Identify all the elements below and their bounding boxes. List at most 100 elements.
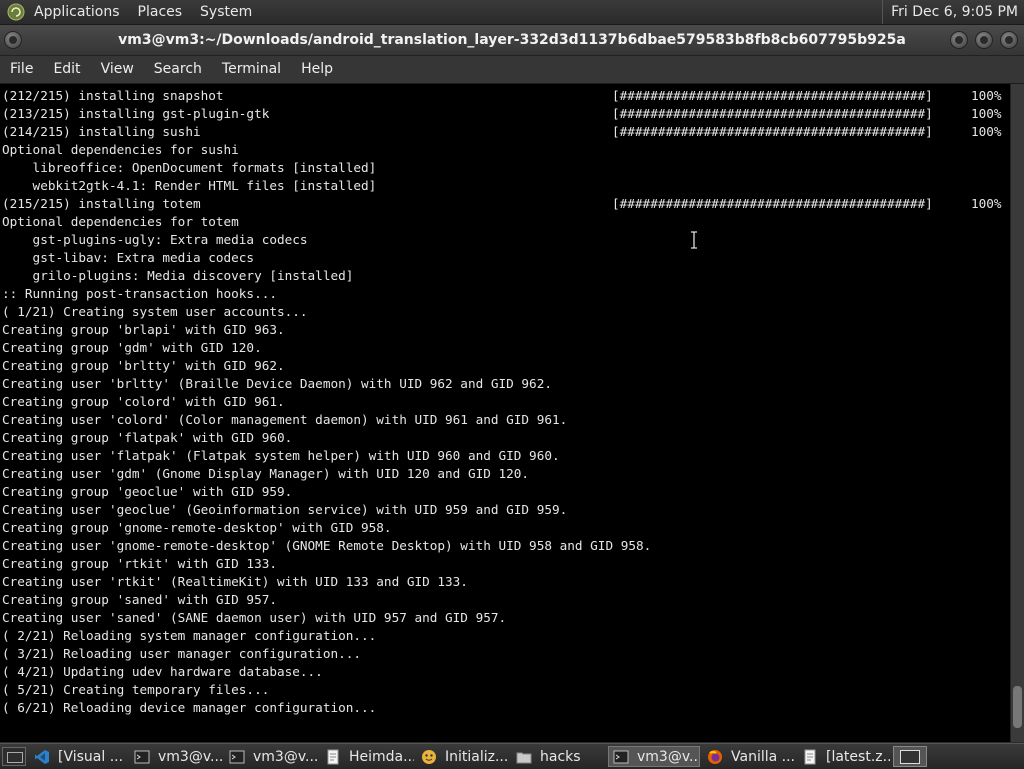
taskbar-item-label: [latest.z... (826, 748, 890, 765)
terminal-icon (613, 749, 629, 765)
terminal-line-text: Creating user 'brltty' (Braille Device D… (2, 376, 552, 391)
menu-help[interactable]: Help (291, 56, 343, 83)
terminal-line-text: ( 5/21) Creating temporary files... (2, 682, 270, 697)
terminal-line-text: ( 2/21) Reloading system manager configu… (2, 628, 377, 643)
progress-percent: 100% (971, 124, 1002, 139)
terminal-line-text: ( 6/21) Reloading device manager configu… (2, 700, 377, 715)
progress-bar-text: [#######################################… (612, 88, 933, 103)
terminal-line-text: ( 1/21) Creating system user accounts... (2, 304, 308, 319)
taskbar-item-label: vm3@v... (637, 748, 700, 765)
terminal-line: ( 6/21) Reloading device manager configu… (2, 699, 1010, 717)
terminal-line: (215/215) installing totem [#############… (2, 195, 1010, 213)
distro-logo-icon[interactable] (6, 2, 26, 22)
folder-icon (516, 749, 532, 765)
terminal-line: Optional dependencies for totem (2, 213, 1010, 231)
terminal-line-text: Creating group 'colord' with GID 961. (2, 394, 285, 409)
terminal-line: grilo-plugins: Media discovery [installe… (2, 267, 1010, 285)
taskbar-item[interactable]: Heimda... (321, 746, 414, 767)
menu-terminal[interactable]: Terminal (212, 56, 291, 83)
terminal-line-text: libreoffice: OpenDocument formats [insta… (2, 160, 377, 175)
terminal-line-text: Creating user 'rtkit' (RealtimeKit) with… (2, 574, 468, 589)
scrollbar-thumb[interactable] (1013, 686, 1022, 728)
workspace-switcher[interactable] (893, 746, 927, 767)
taskbar-item[interactable]: vm3@v... (130, 746, 222, 767)
terminal-line: (213/215) installing gst-plugin-gtk [####… (2, 105, 1010, 123)
taskbar-item-label: Vanilla ... (731, 748, 795, 765)
taskbar-item-label: vm3@v... (158, 748, 222, 765)
terminal-line: (214/215) installing sushi [#############… (2, 123, 1010, 141)
terminal-lines: (212/215) installing snapshot [##########… (0, 84, 1010, 717)
terminal-line: Creating user 'rtkit' (RealtimeKit) with… (2, 573, 1010, 591)
terminal-line-text: (212/215) installing snapshot (2, 88, 224, 103)
bottom-taskbar: [Visual ... vm3@v... vm3@v... Heimda... Init… (0, 743, 1024, 769)
minimize-button[interactable] (950, 31, 968, 49)
menu-edit[interactable]: Edit (43, 56, 90, 83)
taskbar-item[interactable]: vm3@v... (225, 746, 318, 767)
terminal-line-text: Creating group 'rtkit' with GID 133. (2, 556, 277, 571)
terminal-line: ( 1/21) Creating system user accounts... (2, 303, 1010, 321)
terminal-line: gst-libav: Extra media codecs (2, 249, 1010, 267)
terminal-scrollbar[interactable] (1010, 84, 1024, 742)
terminal-icon (134, 749, 150, 765)
taskbar-item[interactable]: hacks (512, 746, 605, 767)
terminal-line-text: ( 4/21) Updating udev hardware database.… (2, 664, 323, 679)
terminal-line: Creating group 'gdm' with GID 120. (2, 339, 1010, 357)
terminal-line-text: (214/215) installing sushi (2, 124, 201, 139)
taskbar-item[interactable]: Initializ... (417, 746, 509, 767)
progress-percent: 100% (971, 106, 1002, 121)
terminal-line-text: Creating user 'flatpak' (Flatpak system … (2, 448, 560, 463)
terminal-line: ( 4/21) Updating udev hardware database.… (2, 663, 1010, 681)
terminal-output[interactable]: (212/215) installing snapshot [##########… (0, 84, 1010, 742)
terminal-line-text: Creating group 'gnome-remote-desktop' wi… (2, 520, 392, 535)
terminal-line: ( 5/21) Creating temporary files... (2, 681, 1010, 699)
taskbar-item[interactable]: [Visual ... (30, 746, 126, 767)
terminal-line-text: Creating user 'saned' (SANE daemon user)… (2, 610, 507, 625)
terminal-line-text: Creating group 'brltty' with GID 962. (2, 358, 285, 373)
terminal-line: gst-plugins-ugly: Extra media codecs (2, 231, 1010, 249)
maximize-button[interactable] (975, 31, 993, 49)
progress-bar-text: [#######################################… (612, 196, 933, 211)
terminal-line-text: Creating group 'brlapi' with GID 963. (2, 322, 285, 337)
window-title: vm3@vm3:~/Downloads/android_translation_… (118, 32, 906, 48)
system-menu[interactable]: System (200, 4, 252, 20)
terminal-line: Creating group 'colord' with GID 961. (2, 393, 1010, 411)
places-menu[interactable]: Places (138, 4, 183, 20)
terminal-line: ( 2/21) Reloading system manager configu… (2, 627, 1010, 645)
show-desktop-button[interactable] (2, 747, 26, 766)
progress-bar-text: [#######################################… (612, 106, 933, 121)
menu-search[interactable]: Search (144, 56, 212, 83)
panel-menus: Applications Places System (6, 0, 270, 24)
terminal-line-text: Creating group 'saned' with GID 957. (2, 592, 277, 607)
taskbar-item-label: Heimda... (349, 748, 414, 765)
terminal-line: Creating user 'colord' (Color management… (2, 411, 1010, 429)
terminal-line-text: Creating user 'gnome-remote-desktop' (GN… (2, 538, 652, 553)
terminal-line: Creating group 'geoclue' with GID 959. (2, 483, 1010, 501)
taskbar-item[interactable]: vm3@v... (608, 746, 700, 767)
taskbar-item-label: hacks (540, 748, 581, 765)
taskbar-item-label: [Visual ... (58, 748, 124, 765)
terminal-line-text: webkit2gtk-4.1: Render HTML files [insta… (2, 178, 377, 193)
terminal-line-text: Creating user 'colord' (Color management… (2, 412, 568, 427)
menu-view[interactable]: View (91, 56, 144, 83)
terminal-line: Creating group 'saned' with GID 957. (2, 591, 1010, 609)
terminal-line: Creating user 'geoclue' (Geoinformation … (2, 501, 1010, 519)
clock[interactable]: Fri Dec 6, 9:05 PM (882, 0, 1018, 24)
terminal-line: Optional dependencies for sushi (2, 141, 1010, 159)
close-button[interactable] (1000, 31, 1018, 49)
taskbar-item[interactable]: [latest.z... (798, 746, 890, 767)
terminal-line: Creating user 'saned' (SANE daemon user)… (2, 609, 1010, 627)
menu-file[interactable]: File (0, 56, 43, 83)
applications-menu[interactable]: Applications (34, 4, 120, 20)
installer-icon (421, 749, 437, 765)
window-titlebar[interactable]: vm3@vm3:~/Downloads/android_translation_… (0, 25, 1024, 56)
text-cursor-icon (691, 231, 697, 249)
terminal-line: Creating group 'flatpak' with GID 960. (2, 429, 1010, 447)
terminal-line: Creating user 'brltty' (Braille Device D… (2, 375, 1010, 393)
terminal-line-text: (213/215) installing gst-plugin-gtk (2, 106, 270, 121)
progress-percent: 100% (971, 196, 1002, 211)
taskbar-item[interactable]: Vanilla ... (703, 746, 795, 767)
terminal-line: Creating group 'brltty' with GID 962. (2, 357, 1010, 375)
terminal-line: ( 3/21) Reloading user manager configura… (2, 645, 1010, 663)
progress-bar-text: [#######################################… (612, 124, 933, 139)
terminal-line: :: Running post-transaction hooks... (2, 285, 1010, 303)
